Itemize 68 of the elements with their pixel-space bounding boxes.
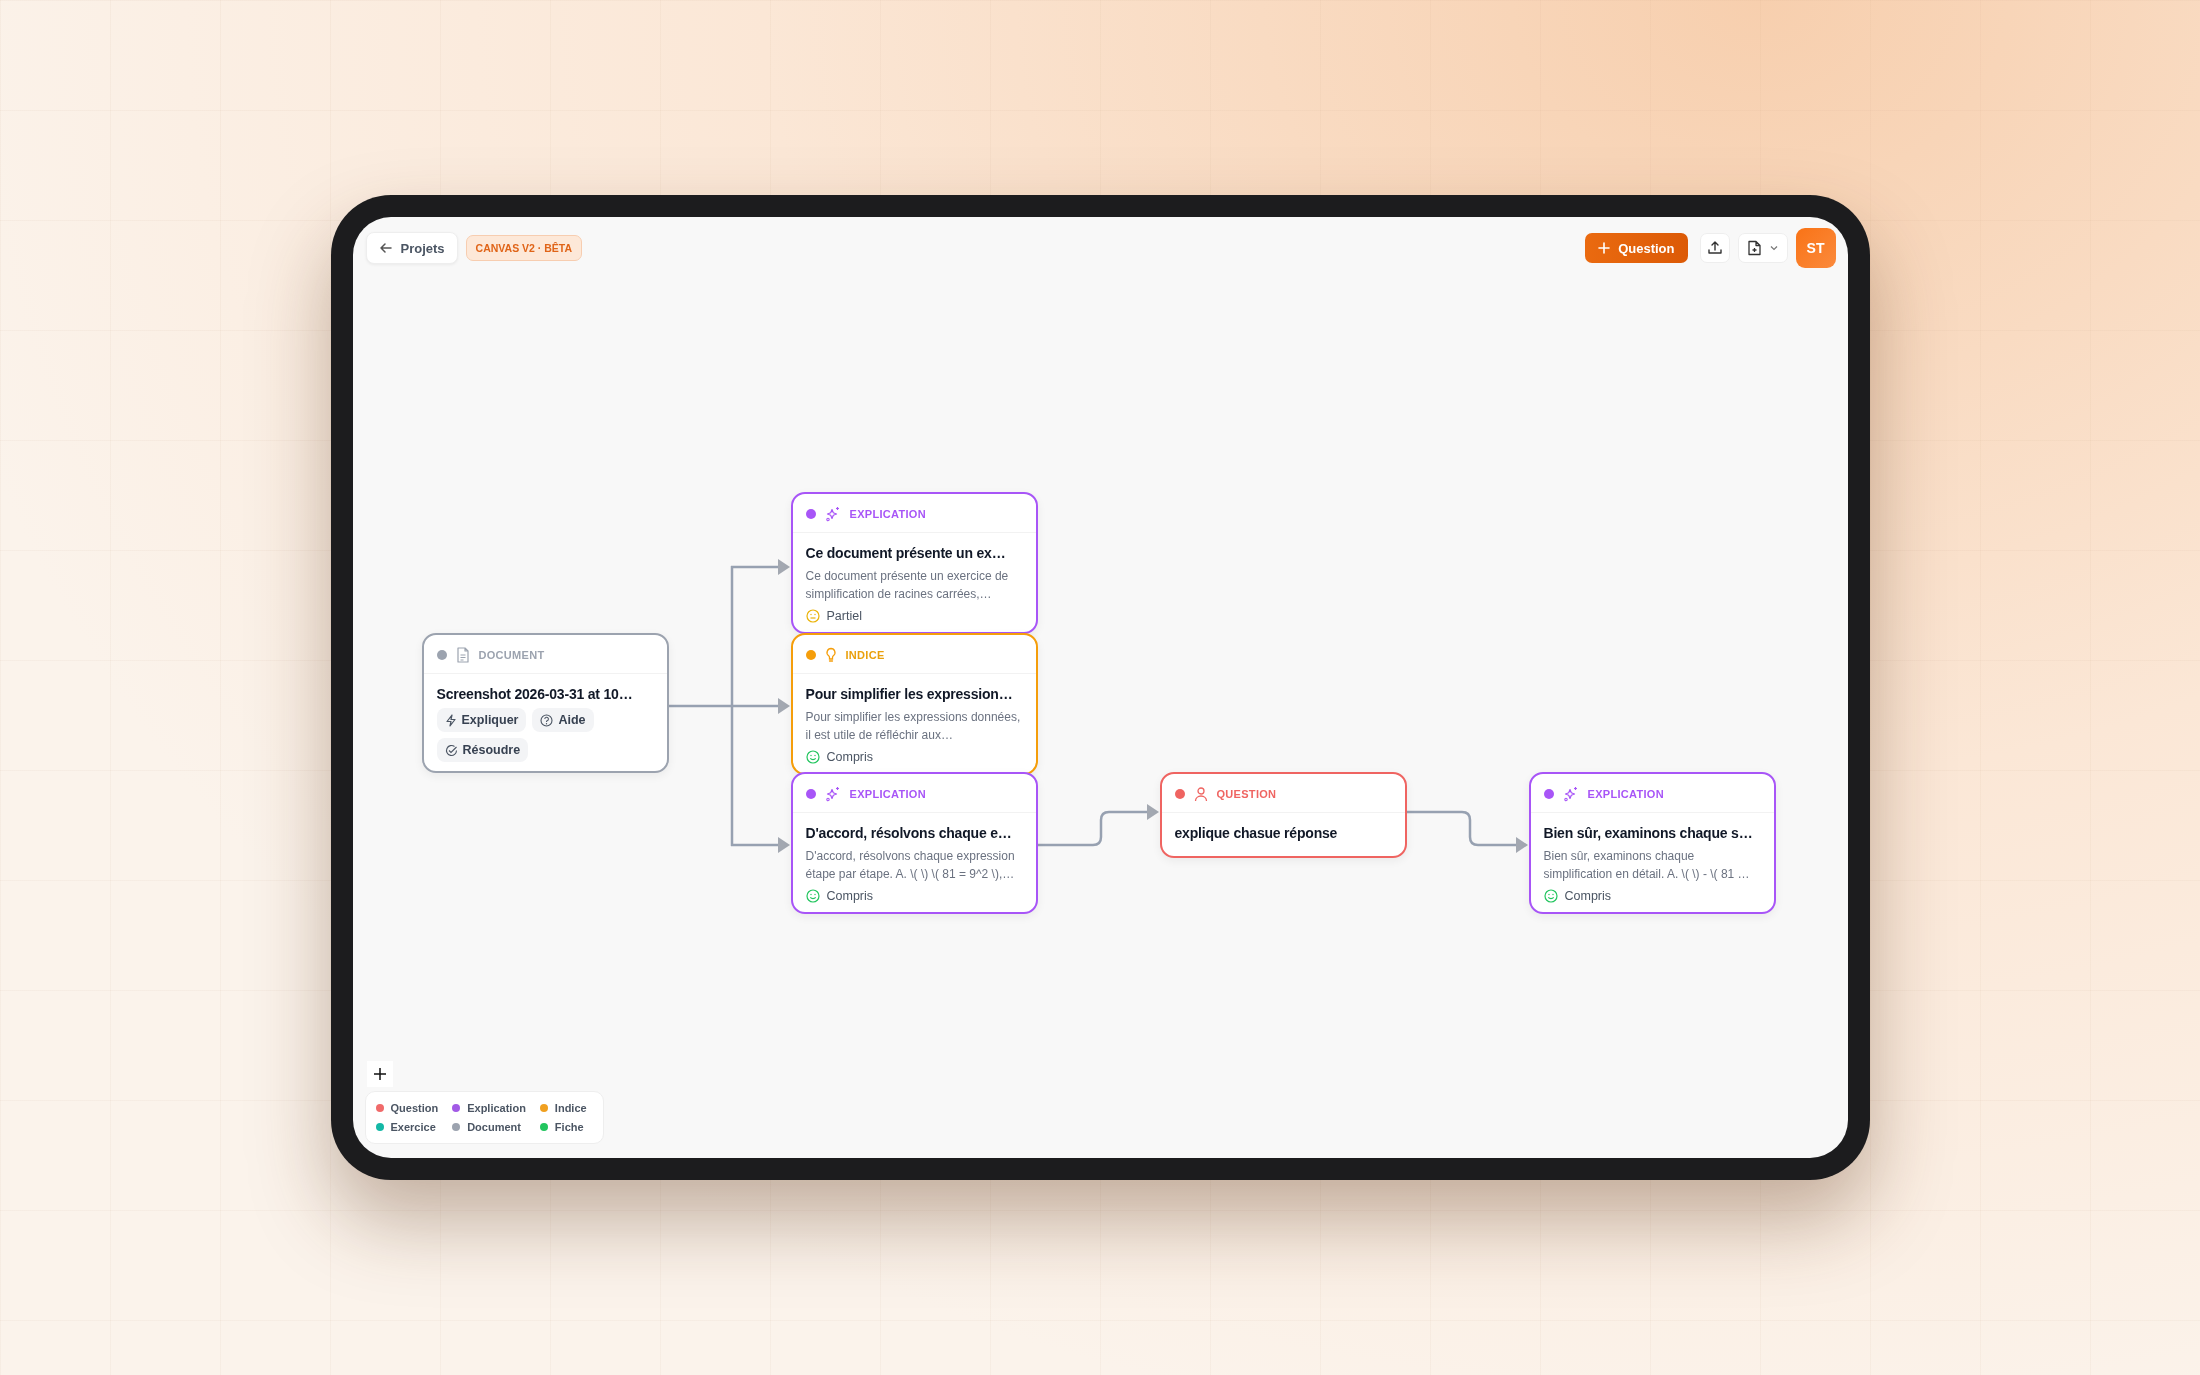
lightbulb-icon xyxy=(824,647,837,663)
question-node-card[interactable]: QUESTION explique chasue réponse xyxy=(1159,772,1407,858)
legend-label: Question xyxy=(390,1102,439,1114)
add-question-button[interactable]: Question xyxy=(1585,233,1688,263)
smile-icon xyxy=(805,750,820,764)
type-dot xyxy=(1174,789,1185,799)
legend-label: Explication xyxy=(467,1102,526,1114)
sparkles-icon xyxy=(1562,786,1579,802)
node-description: D'accord, résolvons chaque expression étape par étape. A. \( \) \( 81 = 9^2 \),… xyxy=(805,848,1016,883)
sparkles-icon xyxy=(824,786,841,802)
node-title: Pour simplifier les expression… xyxy=(805,686,1014,702)
lightning-icon xyxy=(444,713,457,727)
node-type-label: DOCUMENT xyxy=(478,649,545,661)
node-description: Pour simplifier les expressions données, il est utile de réfléchir aux… xyxy=(805,709,1022,744)
smile-icon xyxy=(805,889,820,903)
upload-icon xyxy=(1706,240,1723,256)
node-type-label: QUESTION xyxy=(1216,788,1277,800)
indice-node-card[interactable]: INDICE Pour simplifier les expression… Pour simplifier les expressions données, il est utile de réfléchir aux… Compris xyxy=(790,633,1038,775)
legend-label: Fiche xyxy=(554,1121,584,1133)
document-icon xyxy=(455,647,470,663)
type-dot xyxy=(805,509,816,519)
explication-node-card[interactable]: EXPLICATION Ce document présente un ex… Ce document présente un exercice de simplification de racines carrées,… Partiel xyxy=(790,492,1038,634)
type-dot xyxy=(805,650,816,660)
explication-node-card[interactable]: EXPLICATION D'accord, résolvons chaque e… D'accord, résolvons chaque expression étape par étape. A. \( \) \( 81 = 9^2 \),… Compris xyxy=(790,772,1038,914)
node-description: Bien sûr, examinons chaque simplification en détail. A. \( \) - \( 81 … xyxy=(1543,848,1751,883)
neutral-face-icon xyxy=(805,609,820,623)
status-label: Compris xyxy=(826,889,874,903)
status-label: Compris xyxy=(826,750,874,764)
back-button[interactable]: Projets xyxy=(365,232,458,264)
plus-icon xyxy=(1598,242,1611,254)
type-dot xyxy=(805,789,816,799)
node-type-label: EXPLICATION xyxy=(1587,788,1664,800)
type-dot xyxy=(1543,789,1554,799)
help-circle-icon xyxy=(540,713,554,727)
zoom-in-button[interactable] xyxy=(366,1061,393,1087)
help-action-button[interactable]: Aide xyxy=(532,708,594,732)
document-node-card[interactable]: DOCUMENT Screenshot 2026-03-31 at 10… Expliquer Aide Résoudre xyxy=(421,633,669,773)
node-title: Screenshot 2026-03-31 at 10… xyxy=(436,686,634,702)
node-description: Ce document présente un exercice de simplification de racines carrées,… xyxy=(805,568,1010,603)
file-plus-icon xyxy=(1747,240,1762,256)
check-circle-icon xyxy=(444,743,458,757)
plus-icon xyxy=(372,1067,387,1081)
legend-label: Indice xyxy=(554,1102,587,1114)
legend-label: Exercice xyxy=(390,1121,436,1133)
connector-arrow xyxy=(730,559,790,575)
node-title: D'accord, résolvons chaque e… xyxy=(805,825,1013,841)
status-label: Compris xyxy=(1564,889,1612,903)
node-type-label: EXPLICATION xyxy=(849,788,926,800)
legend-label: Document xyxy=(467,1121,521,1133)
chevron-down-icon xyxy=(1770,245,1778,251)
person-icon xyxy=(1193,786,1208,802)
node-title: explique chasue réponse xyxy=(1174,825,1339,841)
node-type-label: INDICE xyxy=(845,649,885,661)
smile-icon xyxy=(1543,889,1558,903)
node-title: Bien sûr, examinons chaque s… xyxy=(1543,825,1754,841)
arrow-left-icon xyxy=(378,241,393,255)
connector-arrow xyxy=(730,837,790,853)
export-dropdown-button[interactable] xyxy=(1737,233,1788,263)
solve-action-button[interactable]: Résoudre xyxy=(436,738,529,762)
node-title: Ce document présente un ex… xyxy=(805,545,1007,561)
version-badge: CANVAS V2 · BÊTA xyxy=(465,235,583,261)
node-type-label: EXPLICATION xyxy=(849,508,926,520)
status-label: Partiel xyxy=(826,609,862,623)
sparkles-icon xyxy=(824,506,841,522)
explication-node-card[interactable]: EXPLICATION Bien sûr, examinons chaque s… Bien sûr, examinons chaque simplification en détail. A. \( \) - \( 81 … Compris xyxy=(1528,772,1776,914)
explain-action-button[interactable]: Expliquer xyxy=(436,708,527,732)
upload-button[interactable] xyxy=(1699,233,1730,263)
type-dot xyxy=(436,650,447,660)
